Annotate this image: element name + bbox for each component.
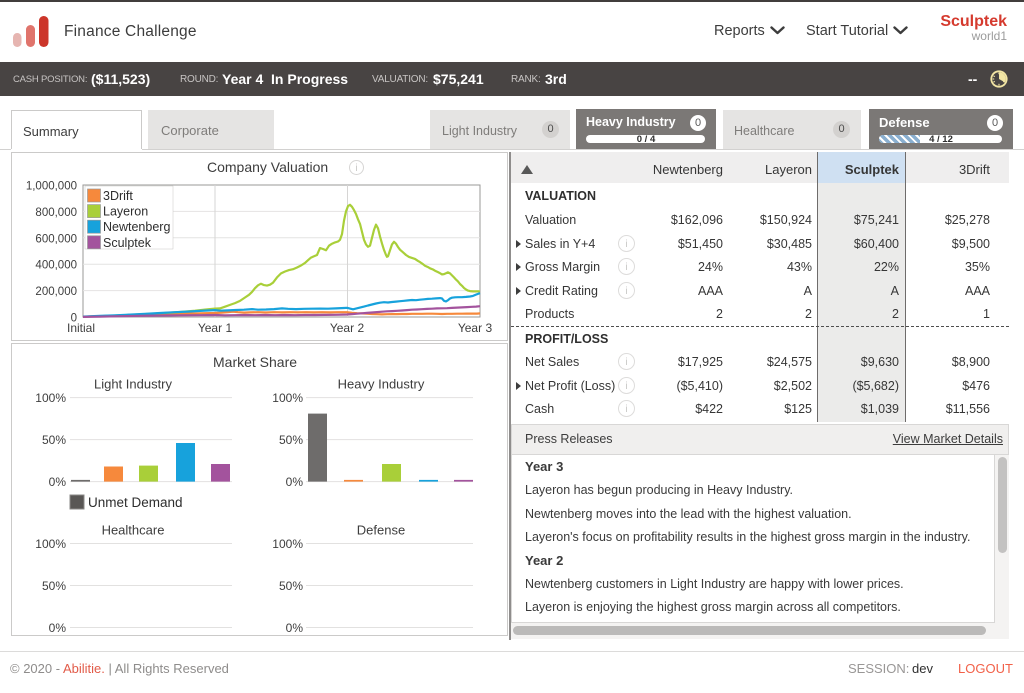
svg-text:3Drift: 3Drift (103, 189, 133, 203)
svg-text:Sculptek: Sculptek (103, 236, 152, 250)
svg-text:Healthcare: Healthcare (102, 523, 165, 538)
svg-text:Defense: Defense (357, 523, 405, 538)
svg-text:Newtenberg: Newtenberg (103, 220, 170, 234)
svg-text:1,000,000: 1,000,000 (26, 181, 77, 193)
svg-text:100%: 100% (35, 537, 66, 551)
svg-text:Light Industry: Light Industry (94, 377, 173, 392)
svg-text:Initial: Initial (67, 321, 95, 335)
svg-text:50%: 50% (279, 433, 303, 447)
svg-text:Unmet Demand: Unmet Demand (88, 495, 183, 510)
svg-text:Heavy Industry: Heavy Industry (338, 377, 425, 392)
svg-text:0%: 0% (49, 475, 67, 489)
svg-text:200,000: 200,000 (35, 286, 77, 298)
svg-text:800,000: 800,000 (35, 207, 77, 219)
svg-text:0%: 0% (49, 621, 67, 635)
svg-text:50%: 50% (279, 579, 303, 593)
svg-text:Year 2: Year 2 (330, 321, 365, 335)
svg-text:100%: 100% (35, 391, 66, 405)
svg-text:0%: 0% (286, 475, 304, 489)
svg-text:0%: 0% (286, 621, 304, 635)
svg-text:50%: 50% (42, 579, 66, 593)
svg-text:600,000: 600,000 (35, 233, 77, 245)
svg-text:400,000: 400,000 (35, 260, 77, 272)
svg-text:Year 3: Year 3 (458, 321, 493, 335)
svg-text:Layeron: Layeron (103, 205, 148, 219)
svg-text:100%: 100% (272, 391, 303, 405)
svg-text:50%: 50% (42, 433, 66, 447)
svg-text:100%: 100% (272, 537, 303, 551)
svg-text:Year 1: Year 1 (198, 321, 233, 335)
